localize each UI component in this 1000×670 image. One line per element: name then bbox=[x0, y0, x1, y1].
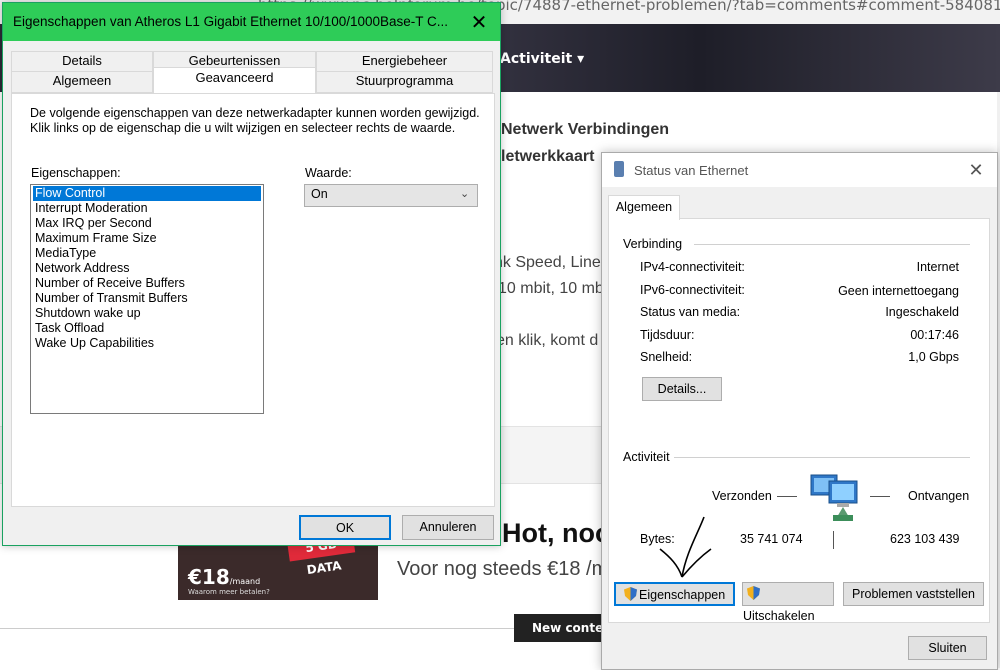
close-icon[interactable]: ✕ bbox=[962, 158, 990, 184]
adapter-properties-dialog: Eigenschappen van Atheros L1 Gigabit Eth… bbox=[2, 2, 501, 546]
divider bbox=[694, 244, 970, 245]
list-item[interactable]: Wake Up Capabilities bbox=[33, 336, 261, 351]
divider bbox=[870, 496, 890, 497]
value-dropdown[interactable]: On ⌄ bbox=[304, 184, 478, 207]
panel-description: De volgende eigenschappen van deze netwe… bbox=[30, 106, 480, 135]
diagnose-button[interactable]: Problemen vaststellen bbox=[843, 582, 984, 606]
ok-button[interactable]: OK bbox=[299, 515, 391, 540]
media-status-value: Ingeschakeld bbox=[885, 305, 959, 319]
divider bbox=[833, 531, 834, 549]
post-heading-1: Netwerk Verbindingen bbox=[501, 121, 670, 138]
disable-button-label: Uitschakelen bbox=[743, 609, 815, 623]
ipv6-label: IPv6-connectiviteit: bbox=[640, 283, 745, 297]
speed-value: 1,0 Gbps bbox=[908, 350, 959, 364]
list-item[interactable]: Max IRQ per Second bbox=[33, 216, 261, 231]
list-item[interactable]: Interrupt Moderation bbox=[33, 201, 261, 216]
tab-general[interactable]: Algemeen bbox=[608, 195, 680, 220]
list-item[interactable]: Task Offload bbox=[33, 321, 261, 336]
ethernet-status-dialog: Status van Ethernet ✕ Algemeen Verbindin… bbox=[601, 152, 998, 670]
nav-activity-link[interactable]: Activiteit ▾ bbox=[500, 51, 584, 67]
ipv4-value: Internet bbox=[916, 260, 959, 274]
list-item[interactable]: Number of Receive Buffers bbox=[33, 276, 261, 291]
details-button[interactable]: Details... bbox=[642, 377, 722, 401]
list-item[interactable]: Flow Control bbox=[33, 186, 261, 201]
computers-icon bbox=[810, 474, 858, 521]
uac-shield-icon bbox=[624, 587, 637, 601]
ad-price-value: €18 bbox=[188, 565, 230, 589]
cancel-button[interactable]: Annuleren bbox=[402, 515, 494, 540]
ipv6-value: Geen internettoegang bbox=[838, 284, 959, 298]
bytes-received: 623 103 439 bbox=[890, 532, 960, 546]
close-icon[interactable]: ✕ bbox=[465, 9, 493, 35]
speed-label: Snelheid: bbox=[640, 350, 693, 364]
tab-power-management[interactable]: Energiebeheer bbox=[316, 51, 493, 72]
post-text-1: nk Speed, Line bbox=[494, 254, 601, 271]
dialog-title: Status van Ethernet bbox=[634, 163, 749, 178]
tab-details[interactable]: Details bbox=[11, 51, 153, 72]
dialog-titlebar[interactable]: Eigenschappen van Atheros L1 Gigabit Eth… bbox=[3, 3, 500, 41]
chevron-down-icon: ⌄ bbox=[460, 187, 470, 200]
sent-label: Verzonden bbox=[712, 489, 772, 503]
network-icon bbox=[614, 161, 624, 177]
received-label: Ontvangen bbox=[908, 489, 970, 503]
value-selected: On bbox=[311, 187, 328, 201]
duration-value: 00:17:46 bbox=[910, 328, 959, 342]
activity-section-label: Activiteit bbox=[623, 450, 670, 464]
bytes-sent: 35 741 074 bbox=[740, 532, 803, 546]
close-button[interactable]: Sluiten bbox=[908, 636, 987, 660]
properties-button[interactable]: Eigenschappen bbox=[614, 582, 735, 606]
list-item[interactable]: MediaType bbox=[33, 246, 261, 261]
ad-headline: Hot, noo bbox=[502, 518, 612, 548]
ad-price-subtext: Waarom meer betalen? bbox=[188, 588, 270, 596]
disable-button[interactable]: Uitschakelen bbox=[742, 582, 834, 623]
ad-subline: Voor nog steeds €18 /m bbox=[397, 558, 609, 580]
tab-advanced[interactable]: Geavanceerd bbox=[153, 67, 316, 94]
dialog-title: Eigenschappen van Atheros L1 Gigabit Eth… bbox=[13, 14, 449, 29]
properties-listbox[interactable]: Flow Control Interrupt Moderation Max IR… bbox=[30, 184, 264, 414]
divider bbox=[777, 496, 797, 497]
list-item[interactable]: Shutdown wake up bbox=[33, 306, 261, 321]
ad-price-unit: /maand bbox=[229, 577, 261, 586]
ad-price: €18/maand bbox=[188, 565, 260, 589]
dialog-titlebar[interactable]: Status van Ethernet ✕ bbox=[602, 153, 997, 187]
list-item[interactable]: Number of Transmit Buffers bbox=[33, 291, 261, 306]
media-status-label: Status van media: bbox=[640, 305, 741, 319]
post-heading-2: letwerkkaart bbox=[501, 148, 595, 165]
tab-general[interactable]: Algemeen bbox=[11, 71, 153, 93]
duration-label: Tijdsduur: bbox=[640, 328, 695, 342]
tab-driver[interactable]: Stuurprogramma bbox=[316, 71, 493, 93]
post-text-2: 10 mbit, 10 mb bbox=[498, 280, 604, 297]
post-text-3: en klik, komt d bbox=[496, 332, 599, 349]
connection-section-label: Verbinding bbox=[623, 237, 683, 251]
uac-shield-icon bbox=[747, 586, 760, 600]
list-item[interactable]: Network Address bbox=[33, 261, 261, 276]
ipv4-label: IPv4-connectiviteit: bbox=[640, 260, 745, 274]
properties-button-label: Eigenschappen bbox=[639, 588, 726, 602]
handdrawn-arrow-annotation bbox=[659, 516, 712, 578]
properties-label: Eigenschappen: bbox=[31, 166, 121, 180]
list-item[interactable]: Maximum Frame Size bbox=[33, 231, 261, 246]
divider bbox=[674, 457, 970, 458]
value-label: Waarde: bbox=[305, 166, 352, 180]
